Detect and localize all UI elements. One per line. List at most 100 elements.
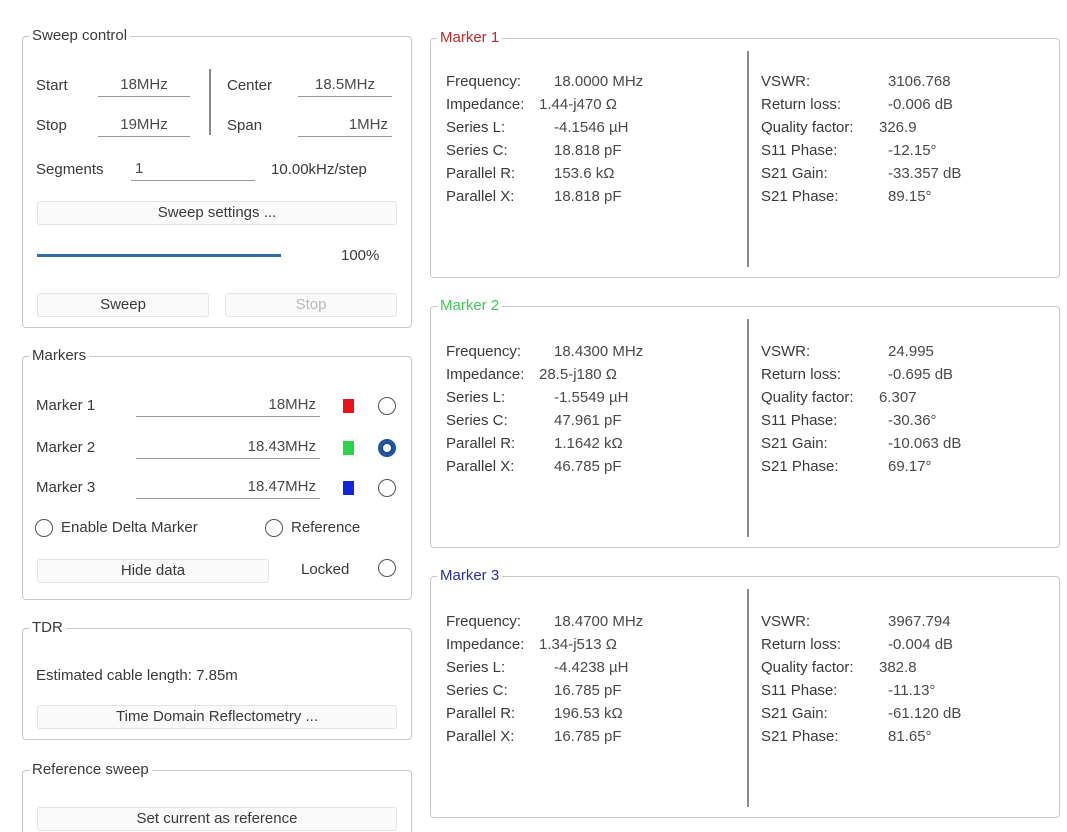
m3-return-loss-value: -0.004 dB	[888, 636, 954, 653]
m3-impedance-label: Impedance:	[446, 636, 525, 653]
marker-2-panel: Marker 2 Frequency: 18.4300 MHz Impedanc…	[430, 297, 1060, 548]
marker-3-select-radio[interactable]	[378, 479, 396, 497]
m1-parallel-x-value: 18.818 pF	[554, 188, 622, 205]
tdr-title: TDR	[29, 619, 66, 637]
reference-sweep-title: Reference sweep	[29, 761, 152, 779]
m2-series-l-label: Series L:	[446, 389, 506, 406]
m3-quality-factor-label: Quality factor:	[761, 659, 854, 676]
enable-delta-marker-label[interactable]: Enable Delta Marker	[61, 519, 198, 536]
locked-label[interactable]: Locked	[301, 561, 349, 578]
reference-sweep-group: Reference sweep Set current as reference	[22, 761, 412, 832]
m3-impedance-value: 1.34-j513 Ω	[539, 636, 617, 653]
m3-parallel-x-label: Parallel X:	[446, 728, 515, 745]
start-label: Start	[36, 77, 68, 94]
enable-delta-marker-checkbox[interactable]	[35, 519, 53, 537]
m3-quality-factor-value: 382.8	[879, 659, 917, 676]
marker-2-frequency-input[interactable]: 18.43MHz	[136, 437, 320, 459]
marker-1-panel-title: Marker 1	[437, 29, 503, 47]
marker-2-select-radio[interactable]	[378, 439, 396, 457]
marker-3-panel-separator	[747, 589, 749, 807]
m1-parallel-r-value: 153.6 kΩ	[554, 165, 615, 182]
sweep-progress-bar	[37, 254, 281, 257]
m2-s11-phase-label: S11 Phase:	[761, 412, 838, 429]
reference-label[interactable]: Reference	[291, 519, 360, 536]
m2-impedance-value: 28.5-j180 Ω	[539, 366, 617, 383]
m2-parallel-r-value: 1.1642 kΩ	[554, 435, 623, 452]
m1-vswr-value: 3106.768	[888, 73, 951, 90]
m3-parallel-x-value: 16.785 pF	[554, 728, 622, 745]
marker-1-select-radio[interactable]	[378, 397, 396, 415]
m2-parallel-x-label: Parallel X:	[446, 458, 515, 475]
stop-sweep-button[interactable]: Stop	[225, 293, 397, 317]
m3-frequency-value: 18.4700 MHz	[554, 613, 644, 630]
marker-3-frequency-input[interactable]: 18.47MHz	[136, 477, 320, 499]
reference-radio[interactable]	[265, 519, 283, 537]
sweep-progress-fill	[37, 254, 281, 257]
m3-series-c-label: Series C:	[446, 682, 508, 699]
m2-vswr-label: VSWR:	[761, 343, 811, 360]
sweep-vertical-separator	[209, 69, 211, 135]
set-current-as-reference-button[interactable]: Set current as reference	[37, 807, 397, 831]
m1-vswr-label: VSWR:	[761, 73, 811, 90]
m3-parallel-r-value: 196.53 kΩ	[554, 705, 623, 722]
center-label: Center	[227, 77, 273, 94]
step-size-text: 10.00kHz/step	[271, 161, 367, 178]
segments-label: Segments	[36, 161, 104, 178]
m1-quality-factor-value: 326.9	[879, 119, 917, 136]
m3-series-l-label: Series L:	[446, 659, 506, 676]
marker-1-color-swatch[interactable]	[343, 399, 354, 413]
markers-title: Markers	[29, 347, 90, 365]
m1-impedance-label: Impedance:	[446, 96, 525, 113]
m2-series-c-label: Series C:	[446, 412, 508, 429]
m1-series-l-value: -4.1546 µH	[554, 119, 629, 136]
locked-toggle[interactable]	[378, 559, 396, 577]
m3-vswr-value: 3967.794	[888, 613, 951, 630]
m1-parallel-x-label: Parallel X:	[446, 188, 515, 205]
m1-frequency-label: Frequency:	[446, 73, 522, 90]
m2-vswr-value: 24.995	[888, 343, 934, 360]
hide-data-button[interactable]: Hide data	[37, 559, 269, 583]
span-input[interactable]: 1MHz	[298, 115, 392, 137]
m2-quality-factor-value: 6.307	[879, 389, 917, 406]
segments-input[interactable]: 1	[131, 159, 255, 181]
m2-frequency-value: 18.4300 MHz	[554, 343, 644, 360]
m3-s21-phase-value: 81.65°	[888, 728, 932, 745]
estimated-cable-length-text: Estimated cable length: 7.85m	[36, 667, 238, 684]
m3-parallel-r-label: Parallel R:	[446, 705, 516, 722]
sweep-settings-button[interactable]: Sweep settings ...	[37, 201, 397, 225]
marker-3-panel-title: Marker 3	[437, 567, 503, 585]
m1-s21-phase-value: 89.15°	[888, 188, 932, 205]
sweep-control-group: Sweep control Start 18MHz Center 18.5MHz…	[22, 27, 412, 328]
marker-2-panel-title: Marker 2	[437, 297, 503, 315]
m2-parallel-x-value: 46.785 pF	[554, 458, 622, 475]
tdr-group: TDR Estimated cable length: 7.85m Time D…	[22, 619, 412, 740]
m1-s11-phase-label: S11 Phase:	[761, 142, 838, 159]
m2-s21-gain-label: S21 Gain:	[761, 435, 828, 452]
m1-series-c-label: Series C:	[446, 142, 508, 159]
m2-s21-gain-value: -10.063 dB	[888, 435, 962, 452]
marker-1-panel: Marker 1 Frequency: 18.0000 MHz Impedanc…	[430, 29, 1060, 278]
m3-return-loss-label: Return loss:	[761, 636, 842, 653]
marker-2-panel-separator	[747, 319, 749, 537]
m1-return-loss-label: Return loss:	[761, 96, 842, 113]
m1-s21-phase-label: S21 Phase:	[761, 188, 839, 205]
m2-s11-phase-value: -30.36°	[888, 412, 937, 429]
center-input[interactable]: 18.5MHz	[298, 75, 392, 97]
m3-series-c-value: 16.785 pF	[554, 682, 622, 699]
marker-2-color-swatch[interactable]	[343, 441, 354, 455]
sweep-button[interactable]: Sweep	[37, 293, 209, 317]
m2-frequency-label: Frequency:	[446, 343, 522, 360]
m1-return-loss-value: -0.006 dB	[888, 96, 954, 113]
marker-3-color-swatch[interactable]	[343, 481, 354, 495]
marker-3-label: Marker 3	[36, 479, 96, 496]
marker-1-panel-separator	[747, 51, 749, 267]
m1-quality-factor-label: Quality factor:	[761, 119, 854, 136]
marker-1-frequency-input[interactable]: 18MHz	[136, 395, 320, 417]
m3-series-l-value: -4.4238 µH	[554, 659, 629, 676]
m2-parallel-r-label: Parallel R:	[446, 435, 516, 452]
stop-input[interactable]: 19MHz	[98, 115, 190, 137]
start-input[interactable]: 18MHz	[98, 75, 190, 97]
time-domain-reflectometry-button[interactable]: Time Domain Reflectometry ...	[37, 705, 397, 729]
m1-impedance-value: 1.44-j470 Ω	[539, 96, 617, 113]
m3-s11-phase-value: -11.13°	[888, 682, 936, 699]
